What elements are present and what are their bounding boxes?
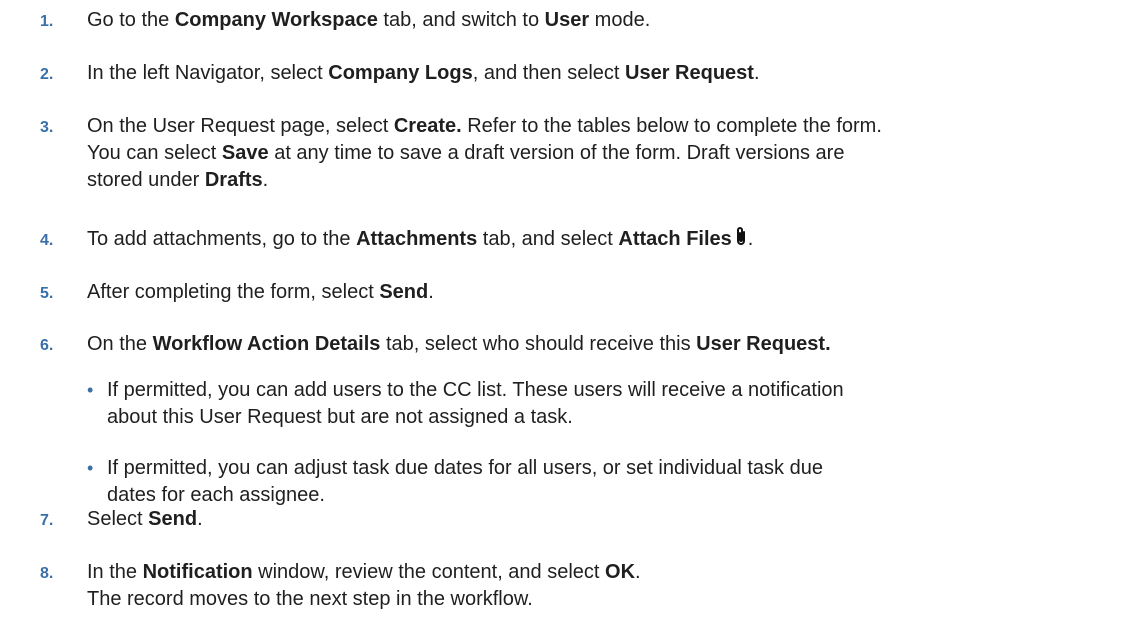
text-run: After completing the form, select	[87, 281, 380, 303]
step-number: 2.	[40, 66, 54, 83]
step-text: In the left Navigator, select Company Lo…	[87, 60, 1127, 87]
step-number: 7.	[40, 512, 54, 529]
text-run: tab, select who should receive this	[380, 333, 697, 355]
text-run: Refer to the tables below to complete th…	[461, 115, 882, 137]
text-run: You can select	[87, 142, 222, 164]
text-run: In the	[87, 561, 143, 583]
text-run: .	[262, 169, 269, 191]
bold-term: Attachments	[356, 228, 478, 250]
bold-term: User	[544, 9, 590, 31]
step-text: On the User Request page, select Create.…	[87, 113, 1127, 194]
bold-term: Send	[148, 508, 198, 530]
bold-term: Send	[379, 281, 429, 303]
text-run: .	[635, 561, 641, 583]
text-run: To add attachments, go to the	[87, 228, 357, 250]
step-text: After completing the form, select Send.	[87, 279, 1127, 306]
text-run: On the User Request page, select	[87, 115, 394, 137]
bullet-dot: •	[87, 380, 94, 400]
step-text: Select Send.	[87, 506, 1127, 533]
bold-term: User Request.	[696, 333, 831, 355]
text-run: at any time to save a draft version of t…	[268, 142, 845, 164]
bullet-text: If permitted, you can adjust task due da…	[107, 457, 823, 506]
bold-term: Create.	[393, 115, 462, 137]
text-run: On the	[87, 333, 153, 355]
step-number: 5.	[40, 285, 54, 302]
text-run: .	[197, 508, 203, 530]
bold-term: Save	[221, 142, 269, 164]
text-run: stored under	[87, 169, 205, 191]
step-number: 6.	[40, 337, 54, 354]
text-run: .	[428, 281, 434, 303]
step-number: 8.	[40, 565, 54, 582]
bold-term: Company Workspace	[174, 9, 378, 31]
step-number: 3.	[40, 119, 54, 136]
text-run: .	[753, 62, 760, 84]
text-run: window, review the content, and select	[252, 561, 606, 583]
bold-term: User Request	[625, 62, 754, 84]
step-text: To add attachments, go to the Attachment…	[87, 226, 1127, 253]
paperclip-icon[interactable]	[734, 226, 748, 248]
bold-term: Drafts	[204, 169, 263, 191]
step-number: 1.	[40, 13, 54, 30]
step-text: In the Notification window, review the c…	[87, 559, 1127, 613]
step-number: 4.	[40, 232, 54, 249]
step-text: Go to the Company Workspace tab, and swi…	[87, 7, 1127, 34]
bullet-dot: •	[87, 458, 94, 478]
text-run: The record moves to the next step in the…	[87, 588, 533, 610]
bold-term: OK	[605, 561, 636, 583]
bullet-text: If permitted, you can add users to the C…	[107, 379, 844, 428]
bold-term: Workflow Action Details	[152, 333, 381, 355]
text-run: .	[747, 228, 754, 250]
text-run: In the left Navigator, select	[87, 62, 329, 84]
text-run: Select	[87, 508, 149, 530]
bold-term: Attach Files	[618, 228, 732, 250]
text-run: tab, and switch to	[377, 9, 545, 31]
bold-term: Notification	[142, 561, 253, 583]
text-run: tab, and select	[477, 228, 619, 250]
text-run: mode.	[589, 9, 651, 31]
step-text: On the Workflow Action Details tab, sele…	[87, 331, 1127, 358]
bold-term: Company Logs	[328, 62, 473, 84]
text-run: , and then select	[472, 62, 626, 84]
text-run: Go to the	[87, 9, 175, 31]
